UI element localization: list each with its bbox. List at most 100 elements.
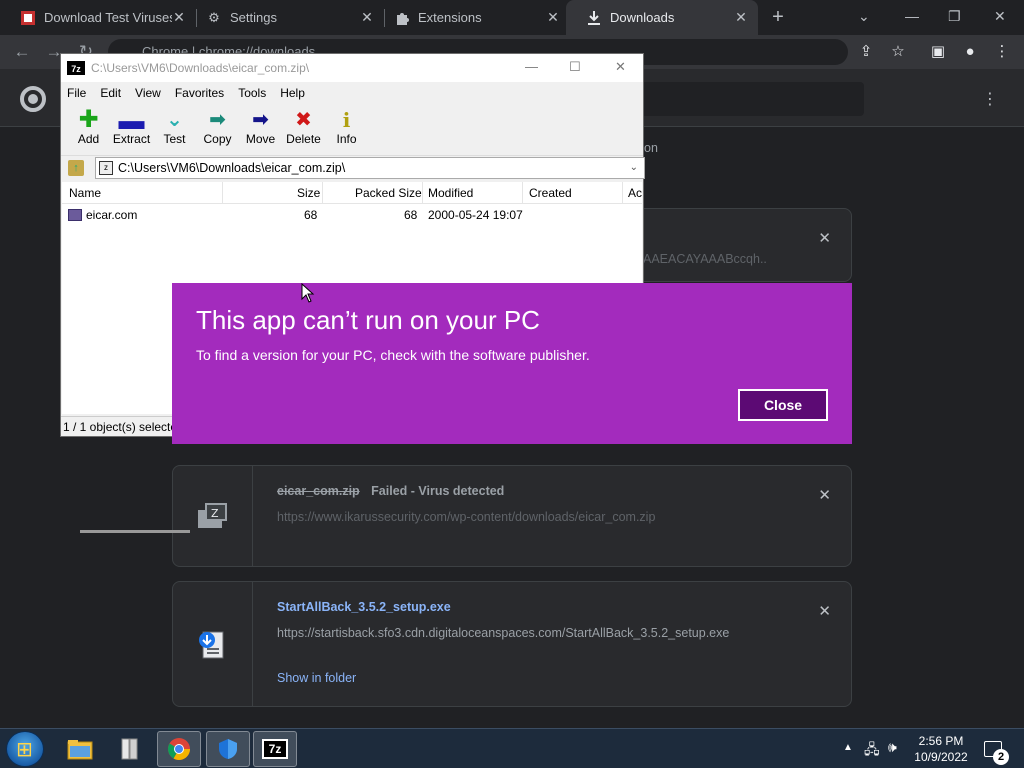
tab-search-chevron-icon[interactable]: ⌄ xyxy=(858,8,870,25)
minimize-button[interactable]: — xyxy=(905,8,919,24)
column-divider[interactable] xyxy=(422,182,423,204)
delete-button[interactable]: ✖ Delete xyxy=(282,104,325,155)
extract-icon: ▬ xyxy=(118,105,145,135)
chrome-taskbar-icon[interactable] xyxy=(157,731,201,767)
test-button[interactable]: ⌄ Test xyxy=(153,104,196,155)
tab-close-icon[interactable]: ✕ xyxy=(360,9,374,26)
gear-icon: ⚙ xyxy=(208,9,220,25)
close-button[interactable]: Close xyxy=(738,389,828,421)
profile-avatar-icon[interactable]: ● xyxy=(960,42,980,62)
taskbar-clock[interactable]: 2:56 PM 10/9/2022 xyxy=(910,733,972,765)
file-explorer-taskbar-icon[interactable] xyxy=(58,731,102,767)
7zip-address-row: ↑ z C:\Users\VM6\Downloads\eicar_com.zip… xyxy=(65,156,645,180)
show-in-folder-link[interactable]: Show in folder xyxy=(277,671,356,685)
menu-file[interactable]: File xyxy=(67,86,86,100)
defender-taskbar-icon[interactable] xyxy=(206,731,250,767)
menu-edit[interactable]: Edit xyxy=(100,86,121,100)
download-card: Z eicar_com.zip Failed - Virus detected … xyxy=(172,465,852,567)
share-icon[interactable]: ⇪ xyxy=(856,42,876,62)
info-button[interactable]: i Info xyxy=(325,104,368,155)
move-button[interactable]: ➡ Move xyxy=(239,104,282,155)
7zip-path-field[interactable]: z C:\Users\VM6\Downloads\eicar_com.zip\ … xyxy=(95,157,645,179)
remove-download-icon[interactable]: ✕ xyxy=(818,486,831,504)
tab-close-icon[interactable]: ✕ xyxy=(546,9,560,26)
menu-favorites[interactable]: Favorites xyxy=(175,86,224,100)
tool-label: Info xyxy=(336,132,357,146)
chrome-menu-icon[interactable]: ⋮ xyxy=(992,42,1012,62)
menu-view[interactable]: View xyxy=(135,86,161,100)
column-created[interactable]: Created xyxy=(529,186,572,200)
menu-help[interactable]: Help xyxy=(280,86,305,100)
tab-downloads[interactable]: Downloads ✕ xyxy=(566,0,758,35)
7zip-logo-icon: 7z xyxy=(67,61,85,75)
file-name: eicar.com xyxy=(86,208,138,222)
tool-label: Test xyxy=(163,132,186,146)
download-card: StartAllBack_3.5.2_setup.exe https://sta… xyxy=(172,581,852,707)
downloads-menu-icon[interactable]: ⋮ xyxy=(982,89,998,109)
up-folder-icon[interactable]: ↑ xyxy=(68,160,84,176)
add-button[interactable]: ✚ Add xyxy=(67,104,110,155)
app-cant-run-dialog: This app can’t run on your PC To find a … xyxy=(172,283,852,444)
horizontal-scrollbar[interactable] xyxy=(80,530,190,533)
dialog-message: To find a version for your PC, check wit… xyxy=(196,347,590,363)
tab-extensions[interactable]: Extensions ✕ xyxy=(374,0,570,35)
download-icon xyxy=(586,10,602,26)
download-url[interactable]: https://startisback.sfo3.cdn.digitalocea… xyxy=(277,626,729,640)
volume-icon[interactable]: 🕪 xyxy=(888,739,897,756)
show-hidden-icons-icon[interactable]: ▲ xyxy=(843,742,853,753)
maximize-button[interactable]: ❐ xyxy=(948,8,961,25)
svg-text:Z: Z xyxy=(211,507,219,520)
tab-close-icon[interactable]: ✕ xyxy=(734,9,748,26)
column-divider[interactable] xyxy=(222,182,223,204)
tab-settings[interactable]: ⚙ Settings ✕ xyxy=(186,0,384,35)
download-url[interactable]: https://www.ikarussecurity.com/wp-conten… xyxy=(277,510,655,524)
column-divider[interactable] xyxy=(322,182,323,204)
7zip-title-bar[interactable]: 7z C:\Users\VM6\Downloads\eicar_com.zip\… xyxy=(61,54,643,82)
file-row[interactable]: eicar.com 68 68 2000-05-24 19:07 xyxy=(62,208,642,224)
column-divider[interactable] xyxy=(522,182,523,204)
tab-label: Download Test Viruses xyxy=(44,10,172,25)
7zip-window-title: C:\Users\VM6\Downloads\eicar_com.zip\ xyxy=(91,61,310,75)
tab-close-icon[interactable]: ✕ xyxy=(172,9,186,26)
add-icon: ✚ xyxy=(78,106,99,133)
extract-button[interactable]: ▬ Extract xyxy=(110,104,153,155)
windows-taskbar: 7z ▲ 🖧 🕪 2:56 PM 10/9/2022 2 xyxy=(0,728,1024,768)
installer-file-icon xyxy=(199,631,224,659)
column-size[interactable]: Size xyxy=(297,186,320,200)
column-accessed[interactable]: Ac xyxy=(628,186,642,200)
chrome-logo-icon xyxy=(20,86,46,112)
network-icon[interactable]: 🖧 xyxy=(864,739,880,763)
remove-download-icon[interactable]: ✕ xyxy=(818,229,831,247)
copy-button[interactable]: ➡ Copy xyxy=(196,104,239,155)
tool-label: Move xyxy=(245,132,276,146)
tab-download-test-viruses[interactable]: Download Test Viruses ✕ xyxy=(0,0,196,35)
column-packed-size[interactable]: Packed Size xyxy=(355,186,422,200)
back-button[interactable]: ← xyxy=(12,42,32,62)
minimize-button[interactable]: — xyxy=(525,59,538,74)
download-filename[interactable]: eicar_com.zip xyxy=(277,484,360,498)
download-filename[interactable]: StartAllBack_3.5.2_setup.exe xyxy=(277,600,451,614)
test-icon: ⌄ xyxy=(166,109,183,131)
close-button[interactable]: ✕ xyxy=(615,59,626,75)
download-item-name[interactable]: eicar_com.zip Failed - Virus detected xyxy=(277,484,504,498)
tab-label: Downloads xyxy=(610,10,675,25)
column-name[interactable]: Name xyxy=(69,186,101,200)
chevron-down-icon[interactable]: ⌄ xyxy=(630,158,638,178)
column-modified[interactable]: Modified xyxy=(428,186,473,200)
window-close-button[interactable]: ✕ xyxy=(994,8,1006,25)
start-button[interactable] xyxy=(6,731,44,767)
side-panel-icon[interactable]: ▣ xyxy=(928,42,948,62)
file-packed-size: 68 xyxy=(404,208,418,222)
menu-tools[interactable]: Tools xyxy=(238,86,266,100)
file-size: 68 xyxy=(304,208,318,222)
info-icon: i xyxy=(342,108,351,132)
download-status: Failed - Virus detected xyxy=(371,484,505,498)
copy-icon: ➡ xyxy=(209,109,226,131)
remove-download-icon[interactable]: ✕ xyxy=(818,602,831,620)
maximize-button[interactable]: ☐ xyxy=(569,59,581,75)
column-divider[interactable] xyxy=(622,182,623,204)
7zip-taskbar-icon[interactable]: 7z xyxy=(253,731,297,767)
bookmark-star-icon[interactable]: ☆ xyxy=(888,42,908,62)
new-tab-button[interactable]: + xyxy=(768,7,788,27)
documents-taskbar-icon[interactable] xyxy=(108,731,152,767)
